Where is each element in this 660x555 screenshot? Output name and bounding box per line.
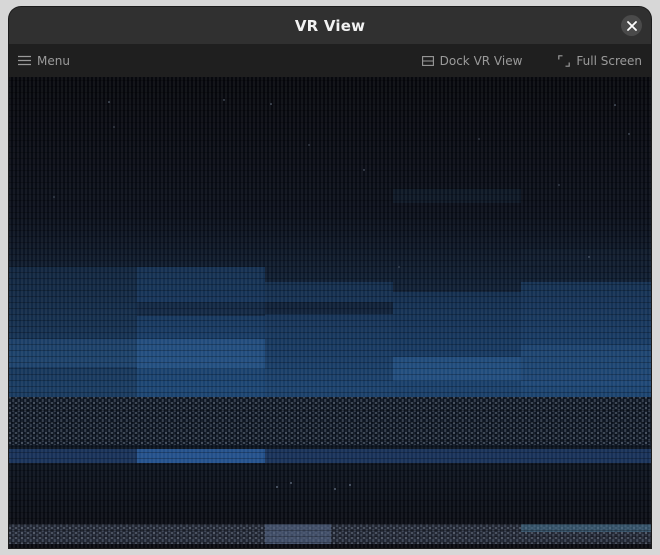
hamburger-icon xyxy=(18,55,31,66)
dock-vr-view-button[interactable]: Dock VR View xyxy=(421,53,523,68)
toolbar: Menu Dock VR View Full Screen xyxy=(9,44,651,77)
dock-icon xyxy=(421,55,434,66)
window-title: VR View xyxy=(294,16,366,35)
menu-label: Menu xyxy=(37,53,70,68)
dock-label: Dock VR View xyxy=(439,53,523,68)
menu-button[interactable]: Menu xyxy=(18,54,70,68)
close-button[interactable] xyxy=(621,15,642,36)
full-screen-button[interactable]: Full Screen xyxy=(558,54,642,68)
fullscreen-label: Full Screen xyxy=(576,53,642,68)
vr-view-window: VR View Menu Dock VR View Full Screen xyxy=(9,7,651,548)
vr-scene xyxy=(9,77,651,548)
scanline-overlay xyxy=(9,77,651,548)
vr-viewport[interactable] xyxy=(9,77,651,548)
fullscreen-icon xyxy=(558,54,571,67)
title-bar: VR View xyxy=(9,7,651,44)
close-icon xyxy=(626,20,637,31)
